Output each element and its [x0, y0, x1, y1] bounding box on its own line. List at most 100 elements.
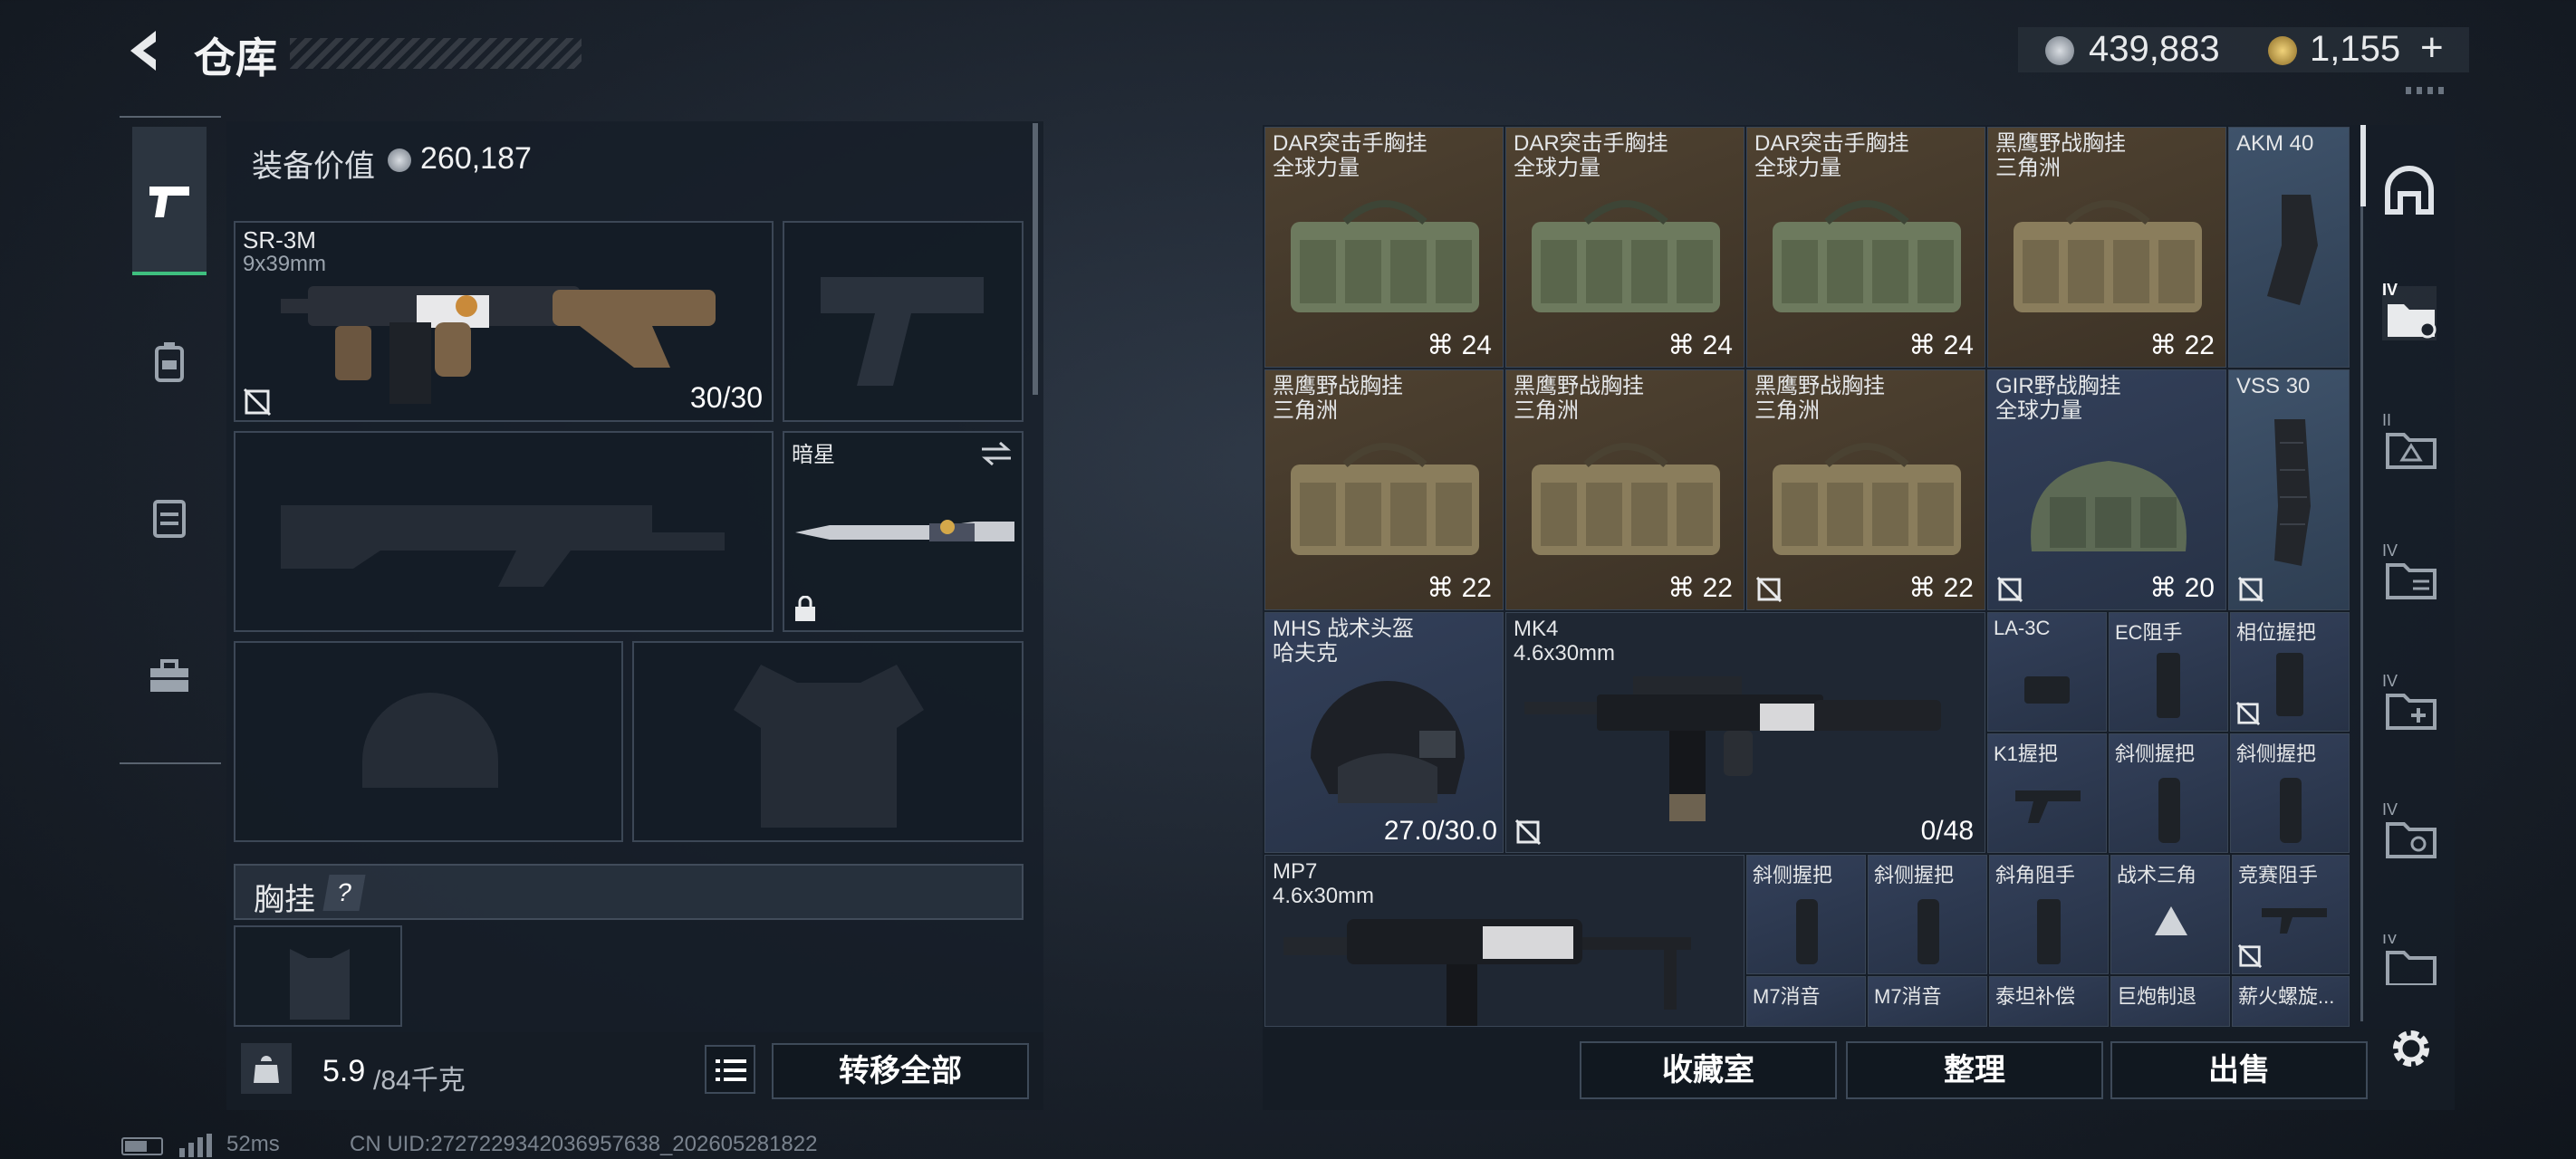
- item-name: 泰坦补偿: [1995, 985, 2076, 1008]
- attachment-image: [2158, 778, 2180, 843]
- stash-item[interactable]: 黑鹰野战胸挂 三角洲 ⌘ 22: [1746, 369, 1985, 610]
- attachment-item[interactable]: LA-3C: [1987, 612, 2107, 732]
- loadout-scrollbar[interactable]: [1033, 123, 1038, 395]
- attachment-image: [2037, 899, 2061, 964]
- no-insure-icon: [1515, 819, 1541, 845]
- folder-icon: [2388, 304, 2437, 339]
- stash-item[interactable]: MP7 4.6x30mm: [1264, 855, 1745, 1027]
- chevron-left-icon: [130, 31, 156, 71]
- stash-item[interactable]: AKM 40: [2228, 127, 2350, 368]
- sort-button[interactable]: 整理: [1846, 1041, 2103, 1099]
- collection-button[interactable]: 收藏室: [1580, 1041, 1837, 1099]
- weight-icon: [241, 1043, 292, 1094]
- stash-section-1[interactable]: [2382, 163, 2437, 217]
- item-name: 相位握把: [2236, 621, 2317, 644]
- attachment-item[interactable]: 斜角阻手: [1989, 855, 2109, 974]
- attachment-image: [2024, 676, 2070, 704]
- backpack-icon: [155, 342, 184, 382]
- item-name: 黑鹰野战胸挂 三角洲: [1754, 374, 1885, 423]
- stash-item[interactable]: MHS 战术头盔 哈夫克 27.0/30.0: [1264, 612, 1504, 853]
- attachment-item[interactable]: 薪火螺旋...: [2232, 976, 2350, 1027]
- stash-item[interactable]: 黑鹰野战胸挂 三角洲 ⌘ 22: [1987, 127, 2226, 368]
- no-insure-icon: [2238, 577, 2264, 602]
- attachment-item[interactable]: 斜侧握把: [2230, 733, 2350, 853]
- list-view-button[interactable]: [705, 1045, 755, 1094]
- secondary-weapon-slot[interactable]: [234, 431, 774, 632]
- durability-value: 22: [1943, 573, 1974, 603]
- folder-stack-icon: [2386, 563, 2437, 599]
- stash-item[interactable]: DAR突击手胸挂 全球力量 ⌘ 24: [1264, 127, 1504, 368]
- durability: ⌘ 22: [1908, 572, 1974, 604]
- weight-max: /84千克: [373, 1066, 466, 1096]
- chest-rig-image: [1523, 428, 1729, 564]
- rifle-image: [281, 286, 716, 404]
- ammo-count: 30/30: [689, 381, 763, 414]
- back-button[interactable]: [120, 25, 170, 76]
- helmet-slot[interactable]: [234, 641, 623, 842]
- stash-item[interactable]: GIR野战胸挂 全球力量 ⌘ 20: [1987, 369, 2226, 610]
- sell-button[interactable]: 出售: [2110, 1041, 2368, 1099]
- ammo-count: 0/48: [1920, 816, 1974, 846]
- attachment-item[interactable]: 巨炮制退: [2110, 976, 2230, 1027]
- gear-icon: [2393, 1030, 2429, 1067]
- nav-vest-tab[interactable]: [132, 482, 207, 556]
- toolbox-icon: [150, 659, 188, 692]
- attachment-item[interactable]: M7消音: [1746, 976, 1866, 1027]
- stash-section-6[interactable]: IV: [2382, 800, 2437, 860]
- armor-slot[interactable]: [632, 641, 1024, 842]
- durability-icon: ⌘: [1427, 330, 1462, 360]
- nav-supplies-tab[interactable]: [132, 639, 207, 714]
- attachment-item[interactable]: 战术三角: [2110, 855, 2230, 974]
- melee-slot[interactable]: 暗星: [783, 431, 1024, 632]
- pistol-slot[interactable]: [783, 221, 1024, 422]
- chest-rig-slot[interactable]: [234, 925, 402, 1027]
- weight-current: 5.9: [322, 1054, 366, 1088]
- durability-icon: ⌘: [1427, 573, 1462, 603]
- sidebar-scroll-marker: [2360, 125, 2366, 206]
- vest-placeholder-icon: [290, 949, 350, 1020]
- stash-item[interactable]: DAR突击手胸挂 全球力量 ⌘ 24: [1505, 127, 1745, 368]
- tier-label: II: [2382, 411, 2392, 429]
- durability-value: 22: [2184, 330, 2215, 360]
- attachment-image: [2157, 653, 2180, 718]
- add-currency-button[interactable]: +: [2420, 25, 2444, 71]
- item-name: 斜角阻手: [1995, 864, 2076, 886]
- attachment-item[interactable]: K1握把: [1987, 733, 2107, 853]
- stash-section-2[interactable]: IV: [2382, 281, 2437, 340]
- stash-section-7[interactable]: IV: [2382, 934, 2437, 985]
- stash-item[interactable]: MK4 4.6x30mm 0/48: [1505, 612, 1985, 853]
- attachment-item[interactable]: 泰坦补偿: [1989, 976, 2109, 1027]
- item-name: 薪火螺旋...: [2238, 985, 2335, 1008]
- attachment-item[interactable]: M7消音: [1868, 976, 1987, 1027]
- stash-section-4[interactable]: IV: [2382, 541, 2437, 601]
- silver-coin-icon: [2045, 36, 2074, 65]
- attachment-item[interactable]: 竞赛阻手: [2232, 855, 2350, 974]
- attachment-item[interactable]: 斜侧握把: [1746, 855, 1866, 974]
- smg-image: [1283, 919, 1691, 1026]
- attachment-item[interactable]: 相位握把: [2230, 612, 2350, 732]
- stash-item[interactable]: 黑鹰野战胸挂 三角洲 ⌘ 22: [1505, 369, 1745, 610]
- no-insure-icon: [1756, 577, 1782, 602]
- settings-button[interactable]: [2386, 1023, 2437, 1074]
- stash-item[interactable]: VSS 30: [2228, 369, 2350, 610]
- help-button[interactable]: ?: [322, 875, 366, 911]
- stash-item[interactable]: DAR突击手胸挂 全球力量 ⌘ 24: [1746, 127, 1985, 368]
- attachment-image: [2276, 653, 2303, 716]
- stash-item[interactable]: 黑鹰野战胸挂 三角洲 ⌘ 22: [1264, 369, 1504, 610]
- transfer-all-button[interactable]: 转移全部: [772, 1043, 1029, 1099]
- attachment-image: [1796, 899, 1818, 964]
- attachment-item[interactable]: 斜侧握把: [2109, 733, 2228, 853]
- nav-weapons-tab[interactable]: [132, 127, 207, 275]
- stash-section-5[interactable]: IV: [2382, 672, 2437, 732]
- nav-equipment-tab[interactable]: [132, 326, 207, 400]
- attachment-item[interactable]: EC阻手: [2109, 612, 2228, 732]
- attachment-item[interactable]: 斜侧握把: [1868, 855, 1987, 974]
- helmet-image: [1311, 681, 1465, 803]
- stash-section-3[interactable]: II: [2382, 411, 2437, 471]
- durability-icon: ⌘: [1668, 573, 1703, 603]
- item-name: K1握把: [1994, 742, 2058, 765]
- swap-icon[interactable]: [980, 440, 1013, 467]
- primary-weapon-slot[interactable]: SR-3M 9x39mm 30/30: [234, 221, 774, 422]
- chest-rig-image: [1523, 186, 1729, 321]
- tier-label: IV: [2382, 934, 2398, 947]
